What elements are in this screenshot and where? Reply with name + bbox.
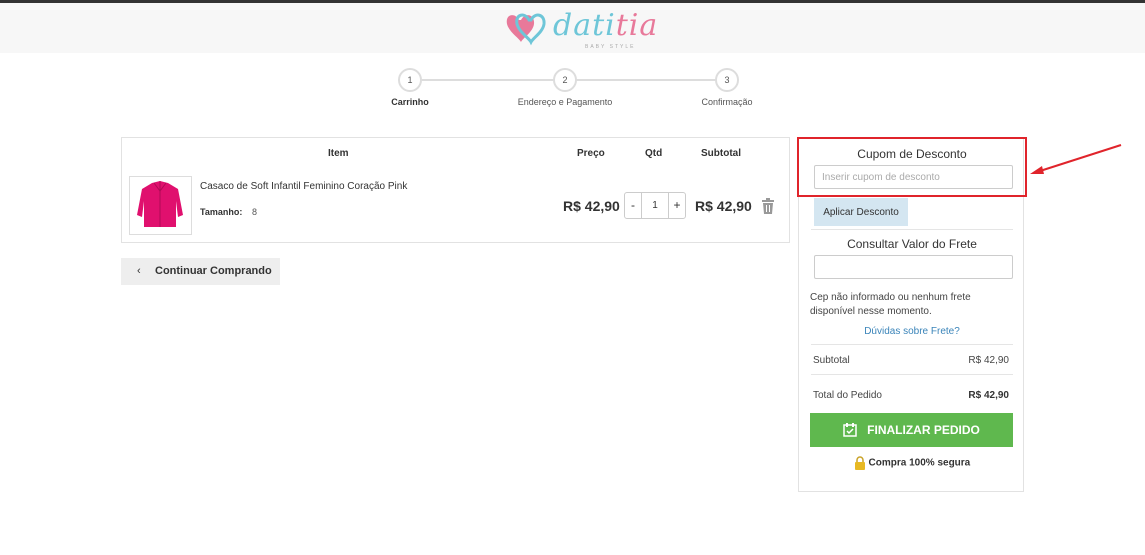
- calendar-check-icon: [843, 423, 857, 437]
- brand-logo[interactable]: datitia BABY STYLE: [505, 8, 657, 52]
- coupon-highlight-box: [797, 137, 1027, 197]
- step-cart: 1 Carrinho: [350, 68, 470, 107]
- heart-logo-icon: [506, 13, 546, 46]
- annotation-arrow-icon: [1030, 144, 1122, 174]
- shipping-title: Consultar Valor do Frete: [847, 237, 977, 251]
- step-confirmation: 3 Confirmação: [667, 68, 787, 107]
- shipping-cep-input[interactable]: [814, 255, 1013, 279]
- quantity-stepper: - 1 +: [624, 192, 686, 219]
- qty-increase-button[interactable]: +: [669, 193, 685, 218]
- divider: [811, 229, 1013, 230]
- shipping-faq-link[interactable]: Dúvidas sobre Frete?: [799, 326, 1025, 337]
- brand-name-part1: dati: [553, 8, 616, 43]
- header-price: Preço: [577, 148, 605, 159]
- product-jacket-image: [137, 181, 183, 227]
- brand-tagline: BABY STYLE: [585, 44, 636, 50]
- trash-icon[interactable]: [761, 198, 775, 214]
- step-label: Confirmação: [701, 97, 753, 107]
- continue-shopping-label: Continuar Comprando: [155, 265, 272, 277]
- unit-price: R$ 42,90: [563, 198, 620, 214]
- step-number: 3: [715, 68, 739, 92]
- subtotal-label: Subtotal: [813, 355, 850, 366]
- qty-decrease-button[interactable]: -: [625, 193, 641, 218]
- divider: [811, 344, 1013, 345]
- header-subtotal: Subtotal: [701, 148, 741, 159]
- chevron-left-icon: ‹: [137, 265, 141, 277]
- finalize-order-button[interactable]: FINALIZAR PEDIDO: [810, 413, 1013, 447]
- step-label: Carrinho: [391, 97, 429, 107]
- lock-icon: [854, 456, 865, 470]
- step-number: 1: [398, 68, 422, 92]
- secure-purchase: Compra 100% segura: [799, 456, 1025, 470]
- qty-value[interactable]: 1: [641, 193, 669, 218]
- apply-coupon-button[interactable]: Aplicar Desconto: [814, 198, 908, 226]
- shipping-message: Cep não informado ou nenhum frete dispon…: [810, 292, 971, 317]
- step-number: 2: [553, 68, 577, 92]
- step-address-payment: 2 Endereço e Pagamento: [505, 68, 625, 107]
- brand-wordmark: datitia: [553, 8, 658, 43]
- brand-name-part2: tia: [615, 8, 659, 43]
- size-value: 8: [252, 207, 258, 217]
- total-value: R$ 42,90: [968, 390, 1009, 401]
- size-label: Tamanho:: [200, 207, 243, 217]
- finalize-order-label: FINALIZAR PEDIDO: [867, 423, 980, 437]
- continue-shopping-button[interactable]: ‹ Continuar Comprando: [121, 258, 280, 285]
- site-header: datitia BABY STYLE: [0, 3, 1145, 53]
- secure-purchase-label: Compra 100% segura: [868, 457, 971, 469]
- checkout-steps: 1 Carrinho 2 Endereço e Pagamento 3 Conf…: [380, 68, 780, 113]
- header-qty: Qtd: [645, 148, 663, 159]
- product-thumbnail[interactable]: [129, 176, 192, 235]
- total-label: Total do Pedido: [813, 390, 882, 401]
- header-item: Item: [328, 148, 349, 159]
- subtotal-value: R$ 42,90: [968, 355, 1009, 366]
- divider: [811, 374, 1013, 375]
- line-subtotal: R$ 42,90: [695, 198, 752, 214]
- cart-table: Item Preço Qtd Subtotal Casaco de Soft I…: [121, 137, 790, 243]
- step-label: Endereço e Pagamento: [517, 97, 613, 107]
- product-name-link[interactable]: Casaco de Soft Infantil Feminino Coração…: [200, 181, 407, 192]
